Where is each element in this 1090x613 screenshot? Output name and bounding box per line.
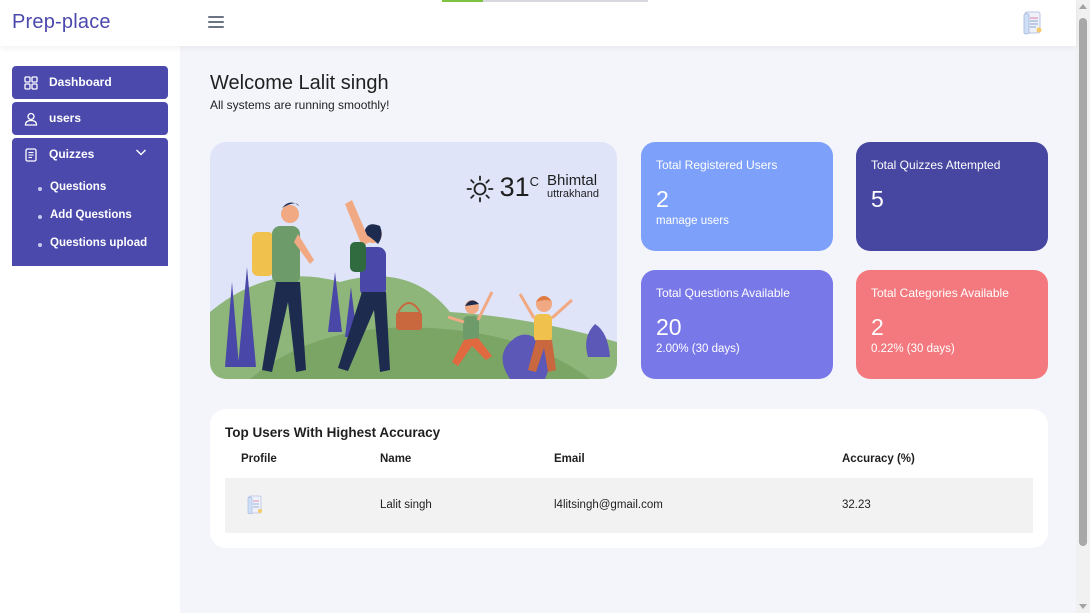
sun-icon [466,175,493,203]
document-icon [25,148,37,162]
sidebar-subitem-questions-upload[interactable]: Questions upload [37,237,147,249]
sidebar-item-label: users [49,111,82,125]
stat-title: Total Categories Available [871,286,1009,300]
stat-value: 20 [656,314,682,340]
sidebar-subitem-questions[interactable]: Questions [37,181,106,193]
sidebar-item-quizzes[interactable]: Quizzes Questions Add Questions Question… [12,138,168,266]
sidebar: Dashboard users Quizzes Questions Add Qu… [0,46,180,613]
stat-card-registered-users[interactable]: Total Registered Users 2 manage users [641,142,833,251]
cell-name: Lalit singh [380,499,432,511]
user-avatar-icon[interactable] [1018,9,1046,37]
sidebar-item-dashboard[interactable]: Dashboard [12,66,168,99]
weather-card: 31 C Bhimtal uttrakhand [210,142,617,379]
stat-subtext: 2.00% (30 days) [656,343,740,355]
chevron-down-icon[interactable] [135,147,147,157]
stat-card-categories-available[interactable]: Total Categories Available 2 0.22% (30 d… [856,270,1048,379]
user-avatar-icon [247,495,262,515]
sidebar-subitem-add-questions[interactable]: Add Questions [38,209,132,221]
sidebar-item-label: Dashboard [49,75,112,89]
brand-logo[interactable]: Prep-place [12,11,111,34]
column-header-profile: Profile [241,453,277,465]
cell-accuracy: 32.23 [842,499,871,511]
top-navbar: Prep-place [0,0,1076,46]
stat-subtext: 0.22% (30 days) [871,343,955,355]
scroll-up-arrow-icon[interactable] [1079,4,1087,9]
weather-city: Bhimtal [547,172,598,189]
weather-region: uttrakhand [547,188,599,200]
weather-widget: 31 C Bhimtal uttrakhand [466,172,599,203]
stat-title: Total Quizzes Attempted [871,158,1001,172]
user-icon [24,112,38,126]
column-header-name: Name [380,453,412,465]
stat-value: 2 [871,314,884,340]
table-row[interactable]: Lalit singh l4litsingh@gmail.com 32.23 [225,478,1033,533]
cell-email: l4litsingh@gmail.com [554,499,663,511]
manage-users-link[interactable]: manage users [656,215,729,227]
stat-value: 2 [656,186,669,212]
sidebar-item-users[interactable]: users [12,102,168,135]
stat-value: 5 [871,186,884,212]
page-title: Welcome Lalit singh [210,72,389,94]
column-header-accuracy: Accuracy (%) [842,453,915,465]
stat-title: Total Registered Users [656,158,778,172]
column-header-email: Email [554,453,585,465]
top-users-table-card: Top Users With Highest Accuracy Profile … [210,409,1048,548]
temperature-value: 31 [499,172,530,202]
hamburger-icon[interactable] [208,16,224,30]
status-message: All systems are running smoothly! [210,98,390,112]
scroll-down-arrow-icon[interactable] [1079,604,1087,609]
loading-progress-fill [442,0,484,2]
page-scrollbar[interactable] [1076,0,1090,613]
sidebar-item-label: Quizzes [49,147,95,161]
stat-title: Total Questions Available [656,286,790,300]
table-title: Top Users With Highest Accuracy [225,425,441,440]
stat-card-questions-available[interactable]: Total Questions Available 20 2.00% (30 d… [641,270,833,379]
loading-progress-bar [442,0,648,2]
scroll-thumb[interactable] [1079,18,1087,546]
grid-icon [24,76,38,90]
temperature-unit: C [529,174,540,189]
stat-card-quizzes-attempted[interactable]: Total Quizzes Attempted 5 [856,142,1048,251]
